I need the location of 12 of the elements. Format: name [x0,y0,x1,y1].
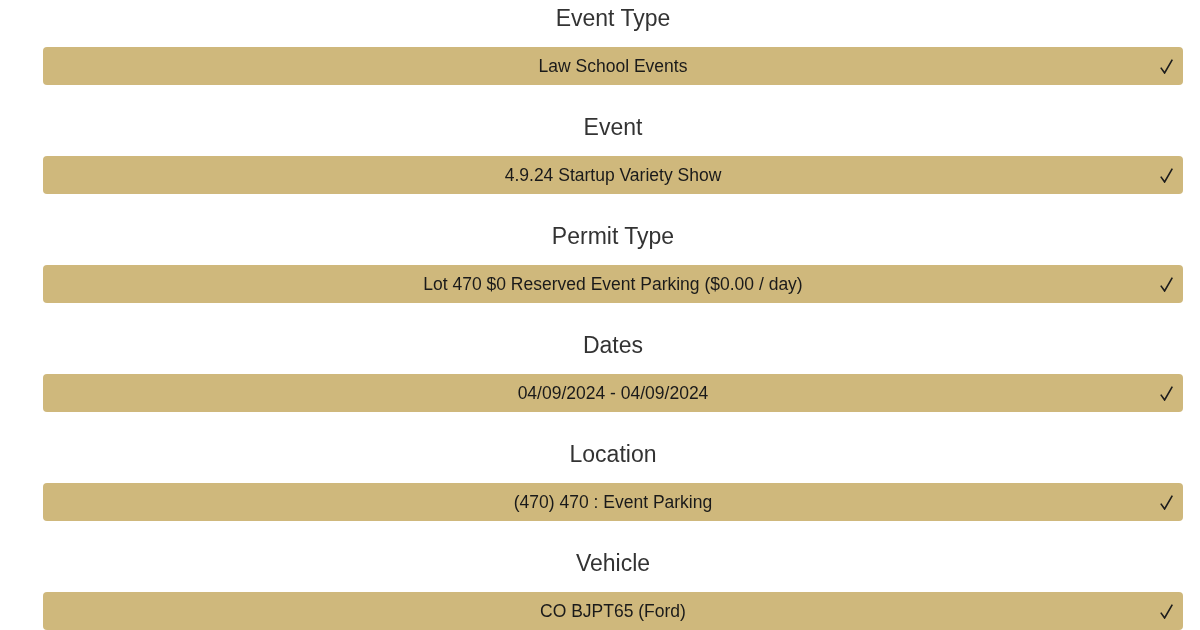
selection-bar[interactable]: 4.9.24 Startup Variety Show [43,156,1183,194]
section-heading: Event [583,113,643,142]
section-heading: Vehicle [575,549,651,578]
selection-bar[interactable]: Law School Events [43,47,1183,85]
selection-bar[interactable]: 04/09/2024 - 04/09/2024 [43,374,1183,412]
section-heading: Permit Type [551,222,675,251]
selection-bar[interactable]: Lot 470 $0 Reserved Event Parking ($0.00 / day) [43,265,1183,303]
section-heading: Event Type [555,4,671,33]
selection-bar[interactable]: (470) 470 : Event Parking [43,483,1183,521]
selection-bar[interactable]: CO BJPT65 (Ford) [43,592,1183,630]
section-heading: Location [569,440,657,469]
section-heading: Dates [582,331,644,360]
